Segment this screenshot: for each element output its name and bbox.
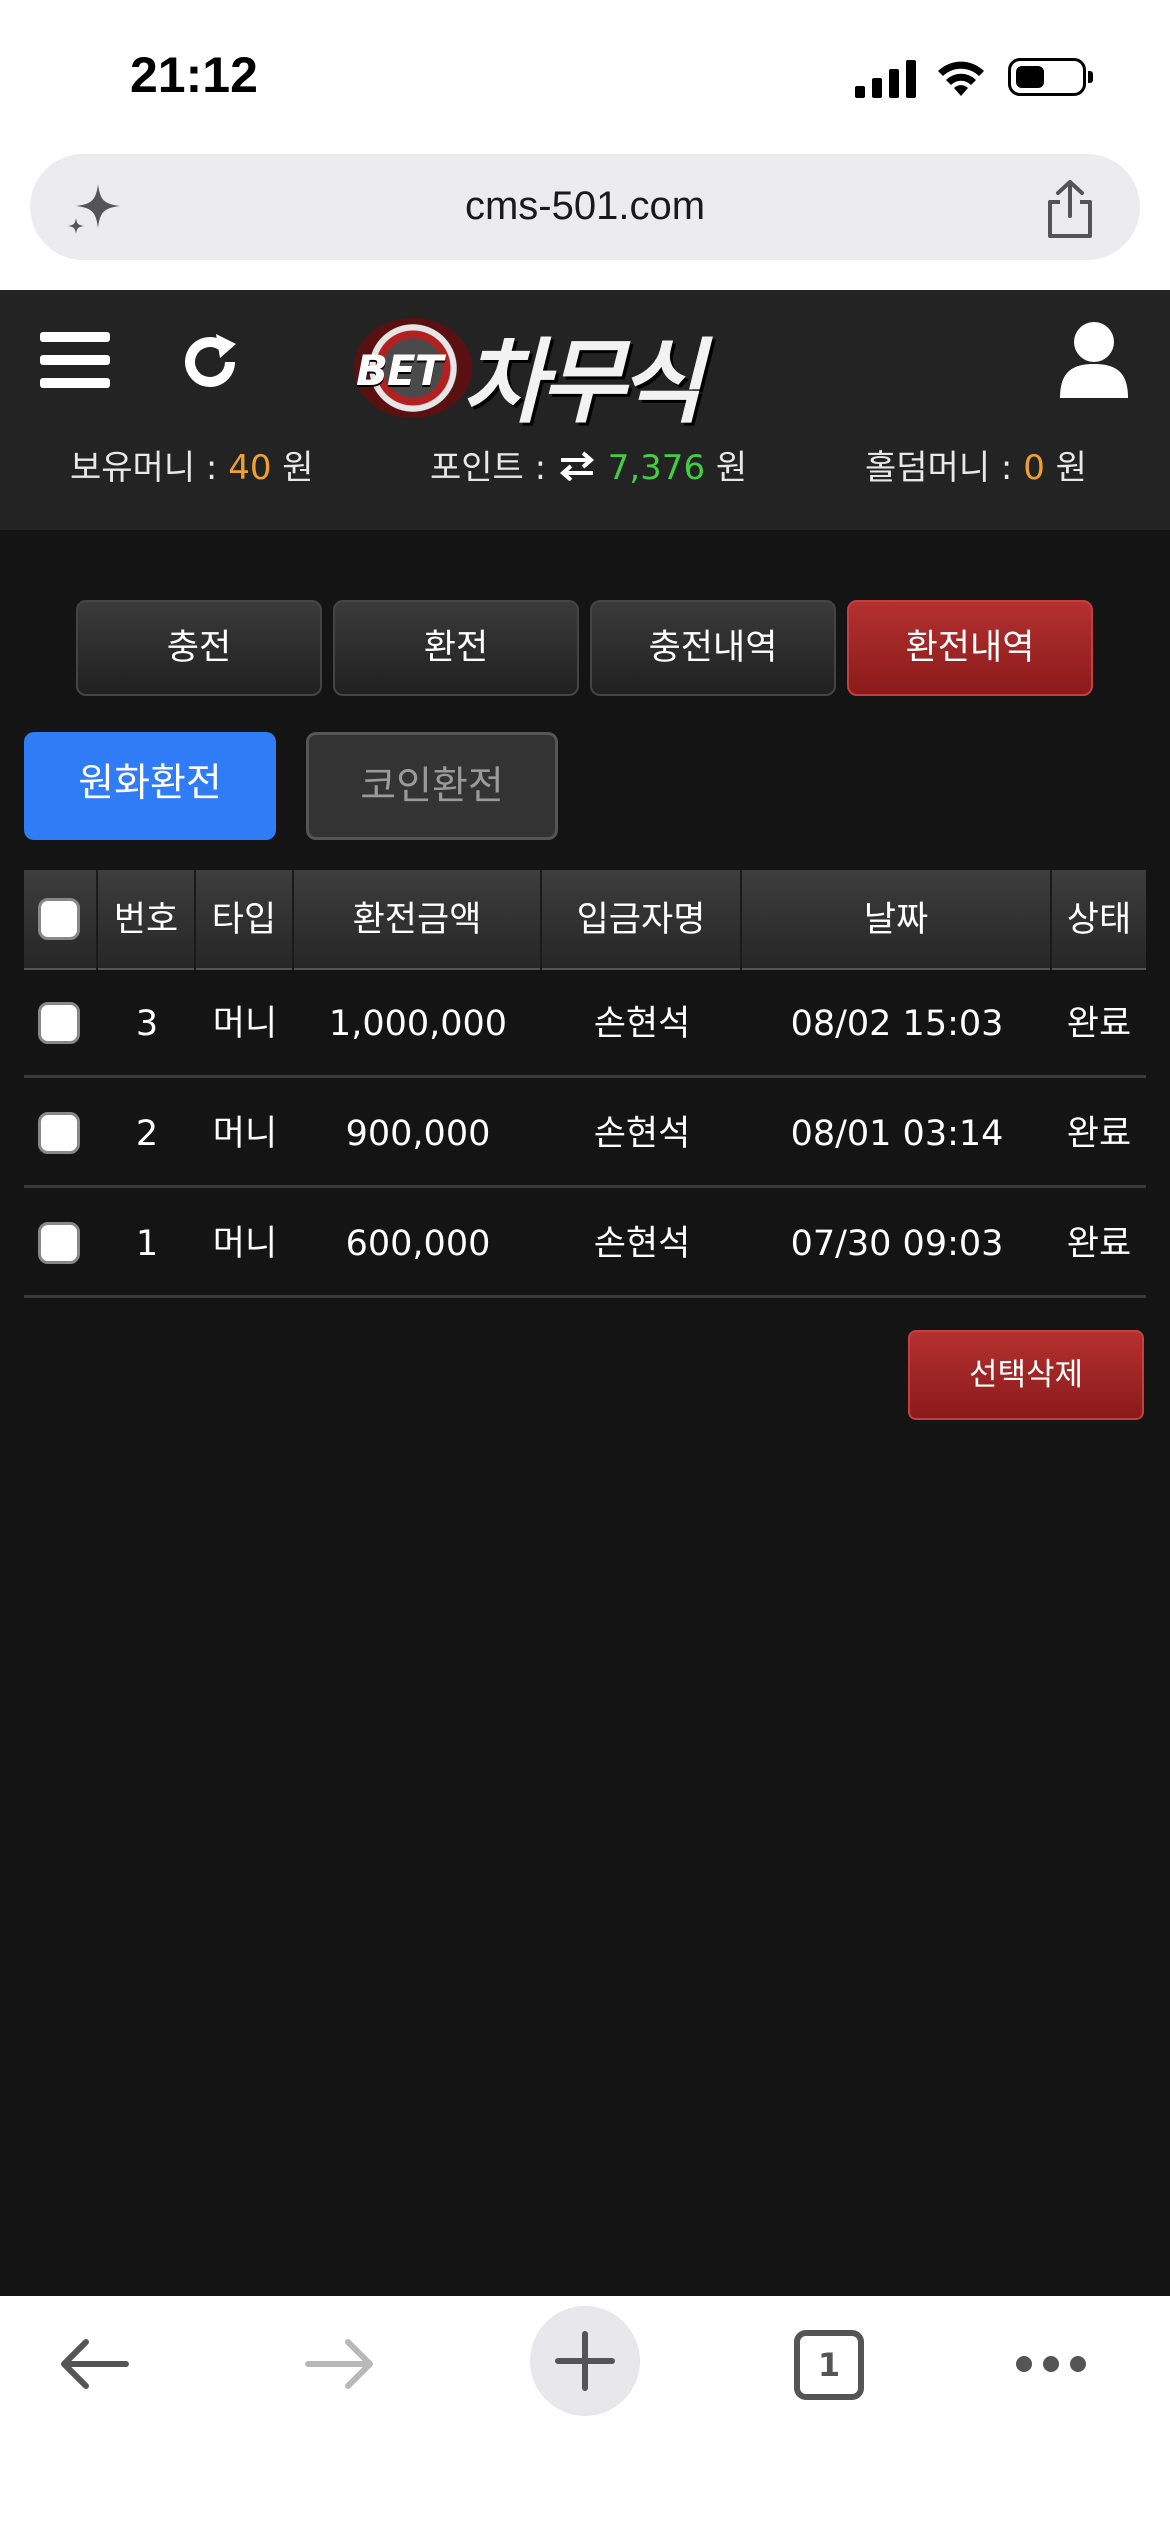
row-number: 2 bbox=[135, 1114, 159, 1154]
col-status: 상태 bbox=[1066, 900, 1132, 940]
money-label: 보유머니 : bbox=[70, 448, 218, 488]
point-unit: 원 bbox=[715, 448, 748, 488]
col-date: 날짜 bbox=[742, 870, 1052, 970]
row-amount: 1,000,000 bbox=[328, 1004, 508, 1044]
col-depositor: 입금자명 bbox=[542, 870, 742, 970]
more-icon[interactable] bbox=[1014, 2354, 1088, 2374]
row-checkbox[interactable] bbox=[38, 1002, 80, 1044]
row-date: 07/30 09:03 bbox=[790, 1224, 1004, 1264]
address-field[interactable]: cms-501.com bbox=[30, 154, 1140, 260]
money-balance: 보유머니 : 40 원 bbox=[70, 440, 314, 489]
site-header: BET 차무식 보유머니 : 40 원 포인트 : 7,376 원 홀덤머니 :… bbox=[0, 290, 1170, 530]
money-unit: 원 bbox=[282, 448, 314, 488]
exchange-arrows-icon[interactable] bbox=[557, 451, 597, 482]
tabs-button[interactable]: 1 bbox=[794, 2330, 864, 2400]
col-number: 번호 bbox=[98, 870, 196, 970]
plus-icon bbox=[555, 2331, 615, 2391]
share-icon[interactable] bbox=[1042, 178, 1098, 240]
subtab-coin-exchange[interactable]: 코인환전 bbox=[306, 732, 558, 840]
url-text: cms-501.com bbox=[464, 184, 706, 228]
holdem-balance: 홀덤머니 : 0 원 bbox=[865, 440, 1087, 489]
row-depositor: 손현석 bbox=[593, 1114, 691, 1154]
col-amount: 환전금액 bbox=[294, 870, 542, 970]
browser-url-bar: cms-501.com bbox=[0, 148, 1170, 290]
row-number: 3 bbox=[135, 1004, 159, 1044]
browser-bottom-bar: 1 bbox=[0, 2296, 1170, 2532]
row-date: 08/01 03:14 bbox=[790, 1114, 1004, 1154]
table-header: 번호 타입 환전금액 입금자명 날짜 상태 bbox=[24, 870, 1146, 970]
refresh-icon[interactable] bbox=[178, 330, 242, 394]
point-balance[interactable]: 포인트 : 7,376 원 bbox=[430, 440, 747, 489]
row-type: 머니 bbox=[212, 1114, 278, 1154]
row-number: 1 bbox=[135, 1224, 159, 1264]
tab-exchange-history[interactable]: 환전내역 bbox=[847, 600, 1093, 696]
status-time: 21:12 bbox=[130, 47, 258, 103]
status-bar: 21:12 bbox=[0, 0, 1170, 148]
row-type: 머니 bbox=[212, 1224, 278, 1264]
row-status: 완료 bbox=[1066, 1224, 1132, 1264]
wifi-icon bbox=[938, 61, 984, 96]
new-tab-button[interactable] bbox=[530, 2306, 640, 2416]
row-amount: 900,000 bbox=[345, 1114, 491, 1154]
holdem-value: 0 bbox=[1023, 448, 1045, 488]
row-date: 08/02 15:03 bbox=[790, 1004, 1004, 1044]
row-status: 완료 bbox=[1066, 1114, 1132, 1154]
row-checkbox[interactable] bbox=[38, 1222, 80, 1264]
point-label: 포인트 : bbox=[430, 448, 547, 488]
logo-name: 차무식 bbox=[462, 329, 704, 436]
point-value: 7,376 bbox=[607, 448, 706, 488]
tab-charge-history[interactable]: 충전내역 bbox=[590, 600, 836, 696]
select-all-checkbox[interactable] bbox=[38, 898, 80, 940]
tab-exchange[interactable]: 환전 bbox=[333, 600, 579, 696]
menu-icon[interactable] bbox=[40, 330, 110, 390]
row-type: 머니 bbox=[212, 1004, 278, 1044]
select-all-cell bbox=[24, 870, 98, 970]
col-type: 타입 bbox=[196, 870, 294, 970]
table-row: 3 머니 1,000,000 손현석 08/02 15:03 완료 bbox=[24, 970, 1146, 1078]
user-icon[interactable] bbox=[1058, 320, 1130, 400]
tab-count: 1 bbox=[817, 2346, 841, 2384]
table-row: 1 머니 600,000 손현석 07/30 09:03 완료 bbox=[24, 1190, 1146, 1298]
forward-arrow-icon[interactable] bbox=[304, 2336, 376, 2392]
delete-selected-button[interactable]: 선택삭제 bbox=[908, 1330, 1144, 1420]
cellular-signal-icon bbox=[855, 60, 916, 98]
site-logo[interactable]: BET 차무식 bbox=[350, 304, 810, 436]
back-arrow-icon[interactable] bbox=[58, 2336, 130, 2392]
battery-icon bbox=[1008, 58, 1093, 96]
money-value: 40 bbox=[228, 448, 272, 488]
row-checkbox[interactable] bbox=[38, 1112, 80, 1154]
subtab-krw-exchange[interactable]: 원화환전 bbox=[24, 732, 276, 840]
holdem-unit: 원 bbox=[1055, 448, 1087, 488]
row-status: 완료 bbox=[1066, 1004, 1132, 1044]
row-depositor: 손현석 bbox=[593, 1224, 691, 1264]
logo-prefix: BET bbox=[356, 346, 443, 395]
holdem-label: 홀덤머니 : bbox=[865, 448, 1013, 488]
tab-charge[interactable]: 충전 bbox=[76, 600, 322, 696]
row-depositor: 손현석 bbox=[593, 1004, 691, 1044]
table-row: 2 머니 900,000 손현석 08/01 03:14 완료 bbox=[24, 1080, 1146, 1188]
balance-bar: 보유머니 : 40 원 포인트 : 7,376 원 홀덤머니 : 0 원 bbox=[0, 440, 1170, 500]
row-amount: 600,000 bbox=[345, 1224, 491, 1264]
